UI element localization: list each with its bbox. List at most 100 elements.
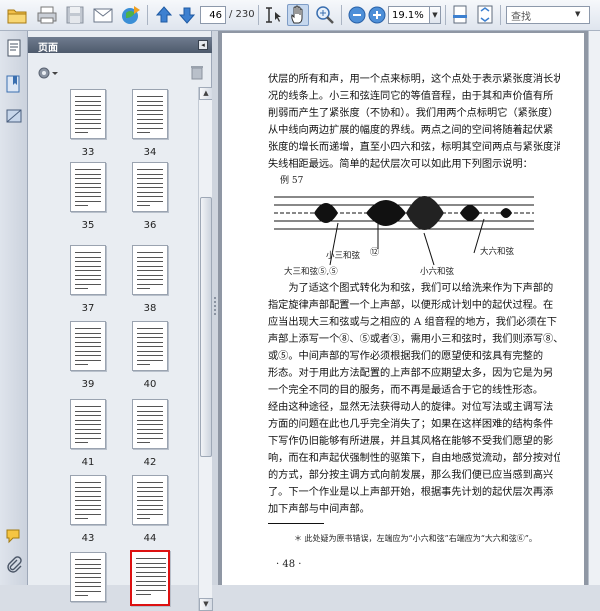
bookmarks-icon[interactable]	[5, 75, 23, 93]
options-gear-icon[interactable]	[36, 65, 58, 84]
footnote-rule	[268, 523, 324, 524]
page-thumbnail-selected[interactable]	[130, 550, 170, 606]
thumbnail-text-line	[75, 274, 101, 276]
fit-page-icon[interactable]	[449, 4, 471, 26]
thumbnail-text-line	[137, 337, 163, 338]
thumbnail-text-line	[75, 500, 101, 501]
panel-title: 页面	[38, 43, 58, 54]
zoom-dropdown-icon[interactable]: ▼	[429, 6, 441, 24]
thumbnail-text-line	[137, 500, 163, 501]
thumbnail-text-line	[137, 283, 163, 285]
thumbnail-text-line	[137, 182, 163, 184]
next-page-icon[interactable]	[176, 4, 198, 26]
page-thumbnail[interactable]	[70, 162, 106, 212]
panel-collapse-button[interactable]: ◂	[198, 40, 208, 50]
thumbnail-text-line	[137, 518, 150, 519]
thumbnail-text-line	[137, 105, 163, 106]
search-dropdown-icon[interactable]: ▼	[575, 10, 580, 18]
save-icon[interactable]	[64, 4, 86, 26]
thumbnail-text-line	[137, 96, 163, 97]
minor-triad-marks: ⑫	[370, 248, 380, 258]
print-icon[interactable]	[36, 4, 58, 26]
thumbnail-text-line	[137, 196, 163, 197]
page-thumbnail[interactable]	[70, 552, 106, 602]
thumbnail-text-line	[137, 205, 150, 206]
page-thumbnail[interactable]	[70, 245, 106, 295]
thumbnail-text-line	[75, 114, 101, 115]
trash-icon[interactable]	[190, 64, 204, 83]
paragraph-line: 下写作仍旧能够有所进展，并且其风格在能够不受我们愿望的影	[268, 436, 554, 447]
thumbnail-text-line	[137, 428, 163, 430]
thumbnail-text-line	[136, 585, 166, 586]
page-thumbnail[interactable]	[132, 321, 168, 371]
page-thumbnail[interactable]	[70, 89, 106, 139]
paragraph-line: 响，而在和声起伏强制性的驱策下，自由地感觉流动，部分按对位	[268, 453, 560, 464]
attachments-icon[interactable]	[5, 107, 23, 125]
prev-page-icon[interactable]	[153, 4, 175, 26]
thumbnail-scrollbar[interactable]: ▲ ▼	[198, 87, 213, 611]
page-thumbnail[interactable]	[70, 399, 106, 449]
thumbnail-text-line	[75, 513, 101, 515]
thumbnail-label: 41	[81, 457, 95, 468]
thumbnail-text-line	[137, 355, 163, 356]
zoom-level-input[interactable]	[388, 6, 430, 24]
thumbnail-label: 35	[81, 220, 95, 231]
thumbnail-text-line	[137, 364, 150, 365]
thumbnail-text-line	[137, 109, 163, 111]
paperclip-icon[interactable]	[5, 555, 23, 573]
paragraph-line: 的方式，部分按主调方式向前发展，那么我们便已应当感到高兴	[268, 470, 554, 481]
page-thumbnail[interactable]	[132, 475, 168, 525]
thumbnail-label: 44	[143, 533, 157, 544]
page-number-input[interactable]	[200, 6, 226, 24]
page-thumbnail[interactable]	[70, 475, 106, 525]
thumbnail-text-line	[75, 590, 101, 592]
thumbnail-text-line	[137, 261, 163, 262]
page-thumbnail[interactable]	[132, 162, 168, 212]
thumbnail-label: 34	[143, 147, 157, 158]
thumbnail-text-line	[137, 482, 163, 483]
thumbnail-text-line	[137, 200, 163, 202]
page-number: · 48 ·	[276, 559, 302, 570]
zoom-out-icon[interactable]	[346, 4, 368, 26]
thumbnail-text-line	[75, 586, 101, 587]
thumbnail-text-line	[137, 509, 163, 510]
page-thumbnail[interactable]	[132, 399, 168, 449]
comments-icon[interactable]	[5, 527, 23, 545]
thumbnail-text-line	[75, 559, 101, 560]
page-thumbnail[interactable]	[70, 321, 106, 371]
select-text-icon[interactable]	[263, 4, 285, 26]
thumbnail-text-line	[75, 200, 101, 202]
thumbnail-label: 36	[143, 220, 157, 231]
scroll-up-icon[interactable]: ▲	[199, 87, 213, 100]
thumbnail-text-line	[75, 182, 101, 184]
thumbnail-text-line	[75, 415, 101, 416]
scroll-thumb[interactable]	[200, 197, 212, 457]
thumbnail-text-line	[75, 279, 101, 280]
thumbnail-text-line	[75, 359, 101, 361]
minor-triad-label: 小三和弦	[326, 251, 361, 261]
thumbnail-text-line	[137, 118, 163, 120]
thumbnail-text-line	[75, 495, 101, 497]
pages-panel-icon[interactable]	[5, 39, 23, 57]
thumbnail-text-line	[137, 328, 163, 329]
page-thumbnail[interactable]	[132, 89, 168, 139]
thumbnail-text-line	[75, 410, 101, 412]
open-folder-icon[interactable]	[6, 4, 28, 26]
thumbnail-text-line	[75, 341, 101, 343]
zoom-tool-icon[interactable]	[314, 4, 336, 26]
collaborate-icon[interactable]	[120, 4, 142, 26]
fit-width-icon[interactable]	[474, 4, 496, 26]
zoom-in-icon[interactable]	[366, 4, 388, 26]
panel-toolbar	[28, 61, 212, 87]
thumbnail-text-line	[75, 437, 101, 439]
hand-tool-icon[interactable]	[287, 4, 309, 26]
email-icon[interactable]	[92, 4, 114, 26]
thumbnail-text-line	[137, 187, 163, 188]
document-scrollbar[interactable]	[588, 31, 600, 585]
thumbnail-text-line	[75, 572, 101, 574]
thumbnail-text-line	[75, 109, 101, 111]
thumbnail-text-line	[75, 486, 101, 488]
page-thumbnail[interactable]	[132, 245, 168, 295]
scroll-down-icon[interactable]: ▼	[199, 598, 213, 611]
paragraph-line: 了。下一个作业是以上声部开始，根据事先计划的起伏层次再添	[268, 487, 554, 498]
